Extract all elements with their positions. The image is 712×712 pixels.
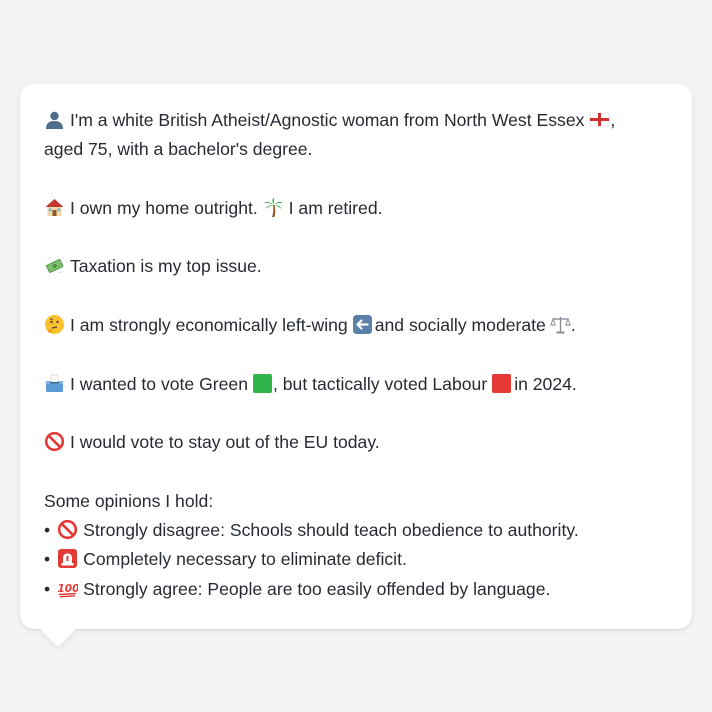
- opinion-item: • Completely necessary to eliminate defic…: [44, 545, 668, 574]
- bullet: •: [44, 578, 51, 599]
- top-issue-text: Taxation is my top issue.: [70, 256, 262, 277]
- labour-vote-text: , but tactically voted Labour: [273, 373, 488, 394]
- money-with-wings-icon: [44, 255, 65, 276]
- opinion-text: Strongly disagree: Schools should teach …: [83, 520, 579, 541]
- prohibited-icon: [44, 431, 65, 452]
- siren-icon: [57, 548, 78, 569]
- opinion-item: • Strongly disagree: Schools should teach…: [44, 516, 668, 545]
- home-text: I own my home outright.: [70, 197, 258, 218]
- green-square-icon: [252, 373, 273, 394]
- opinion-text: Strongly agree: People are too easily of…: [83, 578, 551, 599]
- intro-comma: ,: [610, 110, 616, 130]
- opinion-item: • 100 Strongly agree: People are too easil…: [44, 575, 668, 604]
- retired-text: I am retired.: [288, 197, 383, 218]
- vote-paragraph: I wanted to vote Green , but tactically v…: [44, 370, 668, 399]
- house-icon: [44, 197, 65, 218]
- ballot-box-icon: [44, 373, 65, 394]
- ideology-period: .: [570, 315, 576, 336]
- intro-line-2: aged 75, with a bachelor's degree.: [44, 139, 313, 160]
- balance-scale-icon: [549, 314, 571, 335]
- ideology-paragraph: I am strongly economically left-wing and …: [44, 311, 668, 340]
- economic-text: I am strongly economically left-wing: [70, 315, 348, 336]
- intro-paragraph: I'm a white British Atheist/Agnostic wom…: [44, 106, 668, 165]
- opinions-heading: Some opinions I hold:: [44, 490, 214, 511]
- hundred-points-icon: 100: [57, 578, 78, 599]
- green-vote-text: I wanted to vote Green: [70, 373, 248, 394]
- intro-line-1: I'm a white British Atheist/Agnostic wom…: [44, 106, 668, 135]
- thinking-face-icon: [44, 314, 65, 335]
- eu-text: I would vote to stay out of the EU today…: [70, 432, 380, 453]
- prohibited-icon: [57, 519, 78, 540]
- home-paragraph: I own my home outright. I am retired.: [44, 194, 668, 223]
- england-flag-icon: [589, 109, 610, 130]
- issue-paragraph: Taxation is my top issue.: [44, 252, 668, 281]
- palm-tree-icon: [263, 197, 284, 218]
- bullet: •: [44, 549, 51, 570]
- social-text: and socially moderate: [374, 315, 546, 336]
- vote-year-text: in 2024.: [514, 373, 577, 394]
- eu-paragraph: I would vote to stay out of the EU today…: [44, 428, 668, 457]
- persona-card: I'm a white British Atheist/Agnostic wom…: [20, 84, 692, 629]
- intro-text: I'm a white British Atheist/Agnostic wom…: [70, 110, 585, 130]
- red-square-icon: [491, 373, 512, 394]
- opinion-text: Completely necessary to eliminate defici…: [83, 549, 407, 570]
- opinions-section: Some opinions I hold: • Strongly disagree…: [44, 487, 668, 604]
- bullet: •: [44, 520, 51, 541]
- person-silhouette-icon: [44, 109, 65, 130]
- left-arrow-icon: [352, 314, 373, 335]
